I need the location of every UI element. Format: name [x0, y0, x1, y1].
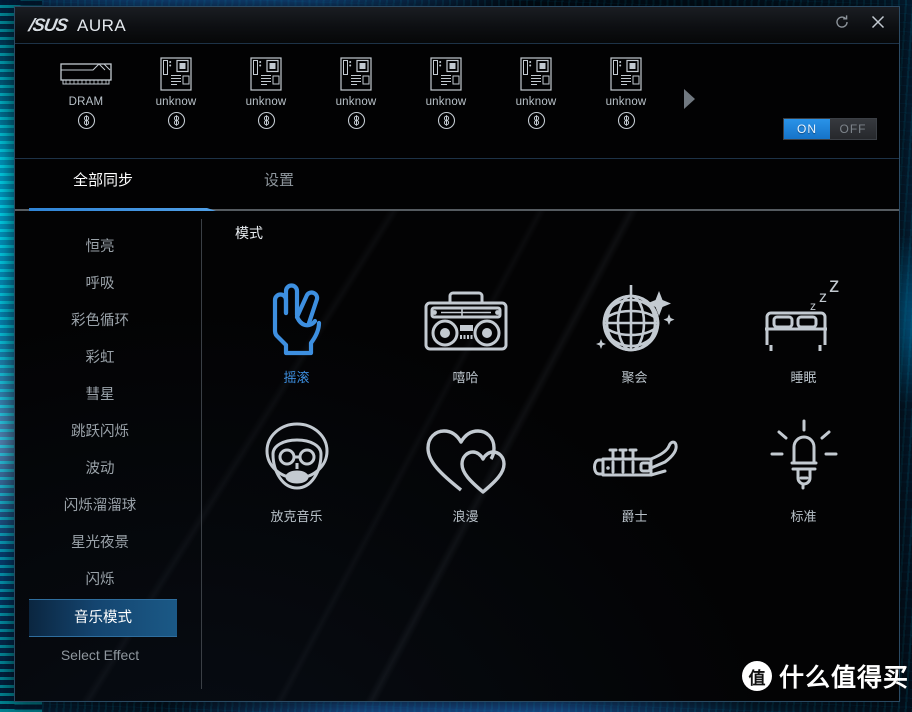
motherboard-icon [158, 54, 194, 94]
link-badge-icon[interactable] [527, 111, 546, 135]
device-item-2[interactable]: unknow [221, 54, 311, 135]
chevron-right-icon[interactable] [678, 84, 700, 114]
sidebar-select-effect-label: Select Effect [60, 647, 140, 663]
mode-label: 放克音乐 [270, 509, 323, 524]
sidebar-item-breathing[interactable]: 呼吸 [15, 266, 185, 303]
dram-module-icon [59, 54, 113, 94]
sidebar-item-strobing[interactable]: 闪烁 [15, 562, 185, 599]
tab-sync-all[interactable]: 全部同步 [15, 167, 191, 190]
mode-cell-rock[interactable]: 摇滚 [212, 273, 381, 386]
mode-grid: 摇滚 嘻哈 聚会 z z z 睡眠 放克音乐 浪漫 爵士 标准 [212, 273, 888, 525]
app-title: AURA [77, 15, 127, 35]
mode-label: 嘻哈 [452, 370, 479, 385]
device-item-4[interactable]: unknow [401, 54, 491, 135]
refresh-icon[interactable] [831, 11, 853, 33]
mode-cell-party[interactable]: 聚会 [550, 273, 719, 386]
tab-settings[interactable]: 设置 [191, 167, 367, 190]
mode-content: 模式 摇滚 嘻哈 聚会 z z z 睡眠 放克音乐 浪漫 爵士 标准 [202, 211, 899, 701]
device-label: unknow [425, 96, 467, 108]
svg-text:z: z [829, 274, 840, 297]
mode-label: 睡眠 [790, 370, 817, 385]
tab-bar: 全部同步 设置 [15, 159, 899, 211]
boombox-icon [422, 273, 510, 357]
aura-app-window: /SUS AURA DRAM unknow unknow unknow unkn… [14, 6, 900, 702]
sidebar-item-rainbow[interactable]: 彩虹 [15, 340, 185, 377]
device-item-5[interactable]: unknow [491, 54, 581, 135]
mode-cell-standard[interactable]: 标准 [719, 412, 888, 525]
afro-face-icon [257, 412, 337, 496]
close-icon[interactable] [867, 11, 889, 33]
svg-text:z: z [810, 299, 816, 313]
device-item-3[interactable]: unknow [311, 54, 401, 135]
hearts-icon [423, 412, 509, 496]
power-off-button[interactable]: OFF [830, 119, 876, 139]
device-strip: DRAM unknow unknow unknow unknow unknow … [15, 44, 899, 159]
sidebar-item-static[interactable]: 恒亮 [15, 229, 185, 266]
motherboard-icon [428, 54, 464, 94]
link-badge-icon[interactable] [617, 111, 636, 135]
motherboard-icon [338, 54, 374, 94]
body-area: 恒亮 呼吸 彩色循环 彩虹 彗星 跳跃闪烁 波动 闪烁溜溜球 星光夜景 闪烁 音… [15, 211, 899, 701]
link-badge-icon[interactable] [77, 111, 96, 135]
sidebar-item-wave[interactable]: 波动 [15, 451, 185, 488]
window-controls [831, 11, 889, 33]
asus-logo: /SUS [27, 15, 69, 35]
device-label: unknow [335, 96, 377, 108]
mode-label: 摇滚 [283, 370, 310, 385]
mode-label: 浪漫 [452, 509, 479, 524]
sidebar-item-comet[interactable]: 彗星 [15, 377, 185, 414]
effect-sidebar: 恒亮 呼吸 彩色循环 彩虹 彗星 跳跃闪烁 波动 闪烁溜溜球 星光夜景 闪烁 音… [15, 211, 185, 701]
sidebar-item-flashdash[interactable]: 跳跃闪烁 [15, 414, 185, 451]
motherboard-icon [518, 54, 554, 94]
device-item-0[interactable]: DRAM [41, 54, 131, 135]
bed-sleep-icon: z z z [759, 273, 849, 357]
device-label: unknow [245, 96, 287, 108]
link-badge-icon[interactable] [437, 111, 456, 135]
mode-cell-romantic[interactable]: 浪漫 [381, 412, 550, 525]
sidebar-item-colorcycle[interactable]: 彩色循环 [15, 303, 185, 340]
sidebar-item-glowingyoyo[interactable]: 闪烁溜溜球 [15, 488, 185, 525]
device-item-1[interactable]: unknow [131, 54, 221, 135]
lightbulb-icon [767, 412, 841, 496]
device-item-6[interactable]: unknow [581, 54, 671, 135]
power-toggle[interactable]: ON OFF [783, 118, 877, 140]
motherboard-icon [608, 54, 644, 94]
motherboard-icon [248, 54, 284, 94]
disco-ball-icon [591, 273, 679, 357]
link-badge-icon[interactable] [257, 111, 276, 135]
sidebar-item-starrynight[interactable]: 星光夜景 [15, 525, 185, 562]
link-badge-icon[interactable] [167, 111, 186, 135]
device-label: unknow [155, 96, 197, 108]
power-on-button[interactable]: ON [784, 119, 830, 139]
mode-cell-sleep[interactable]: z z z 睡眠 [719, 273, 888, 386]
link-badge-icon[interactable] [347, 111, 366, 135]
device-label: unknow [605, 96, 647, 108]
mode-label: 聚会 [621, 370, 648, 385]
device-label: unknow [515, 96, 557, 108]
mode-label: 爵士 [621, 509, 648, 524]
mode-cell-funk[interactable]: 放克音乐 [212, 412, 381, 525]
title-bar: /SUS AURA [15, 7, 899, 44]
device-label: DRAM [68, 96, 104, 108]
mode-cell-jazz[interactable]: 爵士 [550, 412, 719, 525]
trumpet-icon [589, 412, 681, 496]
svg-text:z: z [819, 289, 827, 306]
mode-cell-hiphop[interactable]: 嘻哈 [381, 273, 550, 386]
mode-section-label: 模式 [235, 225, 263, 241]
mode-label: 标准 [790, 509, 817, 524]
sidebar-item-music[interactable]: 音乐模式 [29, 599, 177, 637]
rock-hand-icon [261, 273, 333, 357]
brand-row: /SUS AURA [27, 15, 127, 36]
